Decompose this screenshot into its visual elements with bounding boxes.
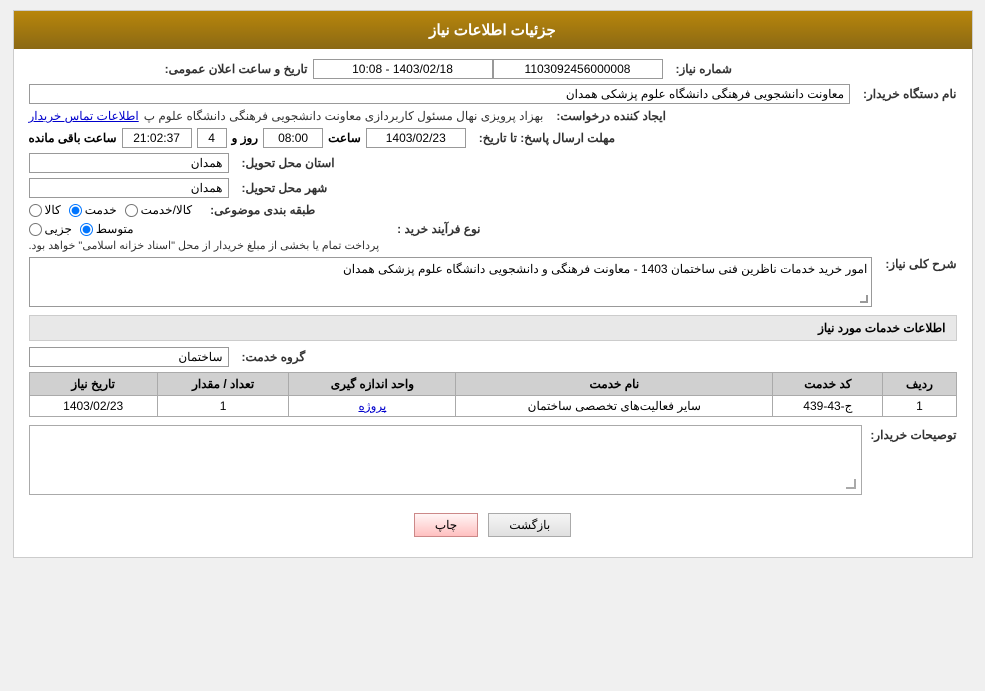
tarikh-elaan-label: تاریخ و ساعت اعلان عمومی: bbox=[165, 62, 308, 76]
nam-dastgah-label: نام دستگاه خریدار: bbox=[863, 87, 957, 101]
radio-kala-khadamat-label: کالا/خدمت bbox=[141, 203, 192, 217]
ostan-label: استان محل تحویل: bbox=[242, 156, 335, 170]
tarikh-value: 1403/02/23 bbox=[366, 128, 466, 148]
radio-khadamat-label: خدمت bbox=[85, 203, 117, 217]
tarikh-elaan-value: 1403/02/18 - 10:08 bbox=[313, 59, 493, 79]
mohlat-label: مهلت ارسال پاسخ: تا تاریخ: bbox=[479, 131, 615, 145]
col-kod: کد خدمت bbox=[773, 373, 883, 396]
radio-kala-khadamat[interactable]: کالا/خدمت bbox=[125, 203, 192, 217]
goroh-value: ساختمان bbox=[29, 347, 229, 367]
saat-mande-label: ساعت باقی مانده bbox=[29, 131, 117, 145]
nam-dastgah-value: معاونت دانشجویی فرهنگی دانشگاه علوم پزشک… bbox=[29, 84, 851, 104]
ijad-konande-label: ایجاد کننده درخواست: bbox=[556, 109, 666, 123]
radio-motevasset[interactable]: متوسط bbox=[80, 222, 134, 236]
shomara-niaz-label: شماره نیاز: bbox=[676, 62, 732, 76]
radio-khadamat[interactable]: خدمت bbox=[69, 203, 117, 217]
radio-jozi-input[interactable] bbox=[29, 223, 42, 236]
buyer-desc-section: توصیحات خریدار: bbox=[29, 425, 957, 495]
goroh-label: گروه خدمت: bbox=[242, 350, 306, 364]
radio-kala-khadamat-input[interactable] bbox=[125, 204, 138, 217]
col-tarikh: تاریخ نیاز bbox=[29, 373, 157, 396]
tabaqe-label: طبقه بندی موضوعی: bbox=[210, 203, 315, 217]
roz-value: 4 bbox=[197, 128, 227, 148]
sharh-value-box: امور خرید خدمات ناظرین فنی ساختمان 1403 … bbox=[29, 257, 873, 307]
radio-jozi[interactable]: جزیی bbox=[29, 222, 72, 236]
tabaqe-radio-group: کالا خدمت کالا/خدمت bbox=[29, 203, 193, 217]
footer-buttons: بازگشت چاپ bbox=[29, 503, 957, 547]
radio-kala[interactable]: کالا bbox=[29, 203, 61, 217]
radio-kala-input[interactable] bbox=[29, 204, 42, 217]
shahr-label: شهر محل تحویل: bbox=[242, 181, 328, 195]
ijad-konande-link[interactable]: اطلاعات تماس خریدار bbox=[29, 109, 139, 123]
farayand-note: پرداخت تمام یا بخشی از مبلغ خریدار از مح… bbox=[29, 239, 380, 252]
sharh-label: شرح کلی نیاز: bbox=[885, 257, 956, 271]
saat-mande-value: 21:02:37 bbox=[122, 128, 192, 148]
saat-value: 08:00 bbox=[263, 128, 323, 148]
khadamat-section-title: اطلاعات خدمات مورد نیاز bbox=[29, 315, 957, 341]
radio-motevasset-input[interactable] bbox=[80, 223, 93, 236]
farayand-radio-group: جزیی متوسط bbox=[29, 222, 134, 236]
sharh-value: امور خرید خدمات ناظرین فنی ساختمان 1403 … bbox=[343, 262, 867, 276]
khadamat-table-section: ردیف کد خدمت نام خدمت واحد اندازه گیری ت… bbox=[29, 372, 957, 417]
saat-label: ساعت bbox=[328, 131, 361, 145]
shomara-niaz-value: 1103092456000008 bbox=[493, 59, 663, 79]
roz-label: روز و bbox=[232, 131, 259, 145]
back-button[interactable]: بازگشت bbox=[488, 513, 571, 537]
radio-kala-label: کالا bbox=[45, 203, 61, 217]
buyer-desc-label: توصیحات خریدار: bbox=[867, 425, 957, 442]
table-row: 1ج-43-439سایر فعالیت‌های تخصصی ساختمانپر… bbox=[29, 396, 956, 417]
khadamat-table: ردیف کد خدمت نام خدمت واحد اندازه گیری ت… bbox=[29, 372, 957, 417]
print-button[interactable]: چاپ bbox=[414, 513, 478, 537]
radio-motevasset-label: متوسط bbox=[96, 222, 134, 236]
shahr-value: همدان bbox=[29, 178, 229, 198]
ostan-value: همدان bbox=[29, 153, 229, 173]
buyer-desc-box bbox=[29, 425, 862, 495]
radio-khadamat-input[interactable] bbox=[69, 204, 82, 217]
radio-jozi-label: جزیی bbox=[45, 222, 72, 236]
page-title: جزئیات اطلاعات نیاز bbox=[14, 11, 972, 49]
col-tedad: تعداد / مقدار bbox=[157, 373, 289, 396]
ijad-konande-value: بهزاد پرویزی نهال مسئول کاربردازی معاونت… bbox=[144, 109, 544, 123]
col-vahed: واحد اندازه گیری bbox=[289, 373, 456, 396]
col-nam: نام خدمت bbox=[456, 373, 773, 396]
col-radif: ردیف bbox=[883, 373, 956, 396]
farayand-label: نوع فرآیند خرید : bbox=[397, 222, 480, 236]
